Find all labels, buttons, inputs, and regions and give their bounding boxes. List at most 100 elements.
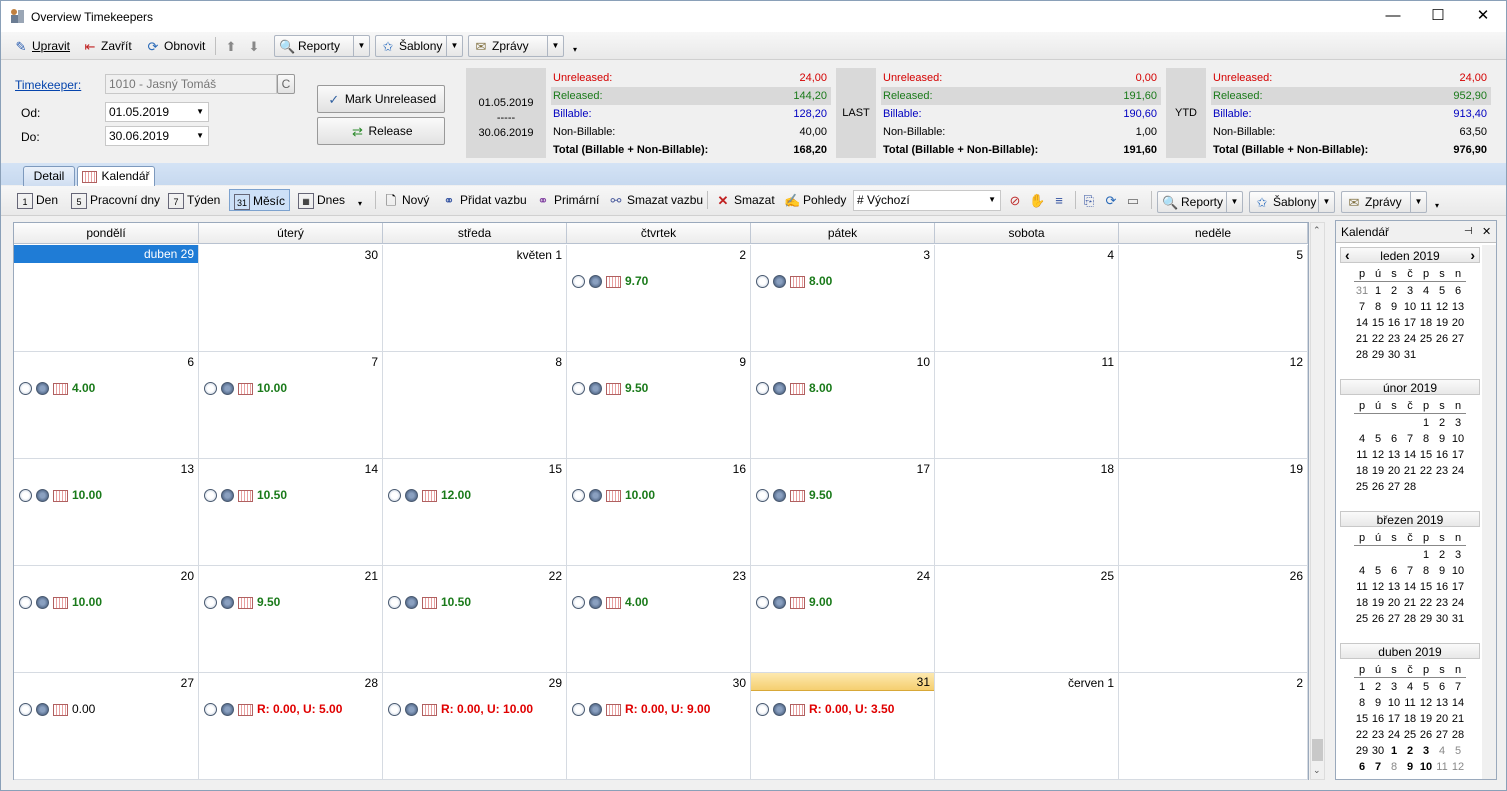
mini-day[interactable]: 14 xyxy=(1450,695,1466,711)
mini-day[interactable]: 28 xyxy=(1402,611,1418,627)
calendar-day-cell[interactable]: 9 9.50 xyxy=(567,352,751,459)
mini-day[interactable]: 8 xyxy=(1386,759,1402,775)
mini-day[interactable]: 18 xyxy=(1354,463,1370,479)
mini-day[interactable]: 10 xyxy=(1386,695,1402,711)
reports-dropdown[interactable]: 🔍 Reporty ▼ xyxy=(274,35,370,57)
view-month-button[interactable]: 31 Měsíc xyxy=(229,189,291,211)
mini-day[interactable]: 25 xyxy=(1418,331,1434,347)
pin-icon[interactable]: ⊣ xyxy=(1464,221,1473,243)
mini-day[interactable]: 5 xyxy=(1450,743,1466,759)
mini-day[interactable]: 16 xyxy=(1434,447,1450,463)
to-date-field[interactable]: 30.06.2019 ▼ xyxy=(105,126,209,146)
calendar-day-cell[interactable]: 25 xyxy=(935,566,1119,673)
mini-day[interactable]: 7 xyxy=(1402,431,1418,447)
close-icon[interactable]: ✕ xyxy=(1482,221,1491,243)
chevron-down-icon[interactable]: ▼ xyxy=(446,36,462,56)
mini-day[interactable]: 16 xyxy=(1386,315,1402,331)
mini-day[interactable]: 29 xyxy=(1418,611,1434,627)
mini-day[interactable]: 31 xyxy=(1354,283,1370,299)
prev-month-icon[interactable]: ‹ xyxy=(1345,247,1350,263)
chevron-down-icon[interactable]: ▼ xyxy=(547,36,563,56)
scroll-up-icon[interactable]: ⌃ xyxy=(1313,225,1321,236)
mini-day[interactable]: 1 xyxy=(1354,679,1370,695)
mini-day[interactable]: 7 xyxy=(1370,759,1386,775)
mini-day[interactable]: 12 xyxy=(1370,447,1386,463)
mini-day[interactable]: 9 xyxy=(1434,563,1450,579)
sort-icon[interactable]: ≡ xyxy=(1051,190,1070,210)
mini-day[interactable]: 19 xyxy=(1370,463,1386,479)
mini-day[interactable]: 20 xyxy=(1434,711,1450,727)
mini-day[interactable]: 28 xyxy=(1450,727,1466,743)
mini-day[interactable]: 10 xyxy=(1418,759,1434,775)
mini-day[interactable]: 20 xyxy=(1386,595,1402,611)
tab-detail[interactable]: Detail xyxy=(23,166,75,186)
mini-day[interactable]: 3 xyxy=(1450,415,1466,431)
timekeeper-link[interactable]: Timekeeper: xyxy=(15,78,81,92)
mini-day[interactable]: 26 xyxy=(1418,727,1434,743)
templates-dropdown[interactable]: ✩ Šablony ▼ xyxy=(375,35,463,57)
calendar-day-cell[interactable]: 12 xyxy=(1119,352,1308,459)
mini-day[interactable]: 9 xyxy=(1434,431,1450,447)
calendar-day-cell[interactable]: 30 R: 0.00, U: 9.00 xyxy=(567,673,751,780)
time-entry[interactable]: 9.70 xyxy=(572,273,648,289)
export-icon[interactable]: ⎘ xyxy=(1081,190,1100,210)
mini-day[interactable]: 25 xyxy=(1402,727,1418,743)
mini-day[interactable]: 23 xyxy=(1434,463,1450,479)
mini-day[interactable]: 2 xyxy=(1386,283,1402,299)
time-entry[interactable]: 4.00 xyxy=(19,380,95,396)
mini-day[interactable]: 13 xyxy=(1386,447,1402,463)
mini-day[interactable]: 5 xyxy=(1370,563,1386,579)
mini-day[interactable]: 10 xyxy=(1402,299,1418,315)
mini-calendar-scrollbar[interactable] xyxy=(1482,245,1496,779)
today-button[interactable]: ▦ Dnes xyxy=(298,190,345,210)
filter-clear-icon[interactable]: ⊘ xyxy=(1007,190,1026,210)
mini-day[interactable]: 5 xyxy=(1370,431,1386,447)
mini-day[interactable]: 22 xyxy=(1354,727,1370,743)
add-link-button[interactable]: ⚭ Přidat vazbu xyxy=(441,190,527,210)
calendar-day-cell[interactable]: 30 xyxy=(199,245,383,352)
mini-day[interactable]: 2 xyxy=(1402,743,1418,759)
scroll-down-icon[interactable]: ⌄ xyxy=(1313,765,1321,776)
mini-day[interactable]: 3 xyxy=(1418,743,1434,759)
edit-button[interactable]: ✎ Upravit xyxy=(13,36,70,56)
calendar-day-cell[interactable]: 24 9.00 xyxy=(751,566,935,673)
calendar-day-cell[interactable]: červen 1 xyxy=(935,673,1119,780)
time-entry[interactable]: R: 0.00, U: 9.00 xyxy=(572,701,710,717)
calendar-day-cell[interactable]: 23 4.00 xyxy=(567,566,751,673)
mini-day[interactable]: 9 xyxy=(1386,299,1402,315)
mini-day[interactable]: 11 xyxy=(1434,759,1450,775)
move-up-button[interactable]: ⬆ xyxy=(223,36,242,56)
templates-dropdown-2[interactable]: ✩ Šablony ▼ xyxy=(1249,191,1335,213)
mini-day[interactable]: 27 xyxy=(1434,727,1450,743)
mini-day[interactable]: 11 xyxy=(1354,447,1370,463)
chevron-down-icon[interactable]: ▾ xyxy=(358,194,362,214)
mini-day[interactable]: 1 xyxy=(1418,415,1434,431)
mini-day[interactable]: 18 xyxy=(1402,711,1418,727)
mini-day[interactable]: 20 xyxy=(1450,315,1466,331)
mini-day[interactable]: 27 xyxy=(1386,479,1402,495)
mini-day[interactable]: 16 xyxy=(1370,711,1386,727)
card-icon[interactable]: ▭ xyxy=(1125,190,1144,210)
calendar-day-cell[interactable]: 7 10.00 xyxy=(199,352,383,459)
mini-day[interactable]: 1 xyxy=(1370,283,1386,299)
calendar-day-cell[interactable]: 8 xyxy=(383,352,567,459)
mini-day[interactable]: 13 xyxy=(1450,299,1466,315)
calendar-day-cell[interactable]: 10 8.00 xyxy=(751,352,935,459)
mini-day[interactable]: 6 xyxy=(1354,759,1370,775)
mini-day[interactable]: 22 xyxy=(1418,463,1434,479)
mini-day[interactable]: 11 xyxy=(1354,579,1370,595)
mini-day[interactable]: 30 xyxy=(1386,347,1402,363)
calendar-day-cell[interactable]: 31 R: 0.00, U: 3.50 xyxy=(751,673,935,780)
mini-day[interactable]: 27 xyxy=(1450,331,1466,347)
close-window-button[interactable]: ✕ xyxy=(1460,1,1506,32)
mini-day[interactable]: 14 xyxy=(1402,447,1418,463)
mini-day[interactable]: 29 xyxy=(1370,347,1386,363)
calendar-day-cell[interactable]: 11 xyxy=(935,352,1119,459)
chevron-down-icon[interactable]: ▼ xyxy=(1318,192,1334,212)
mini-day[interactable]: 21 xyxy=(1354,331,1370,347)
chevron-down-icon[interactable]: ▼ xyxy=(988,191,996,209)
mini-day[interactable]: 18 xyxy=(1418,315,1434,331)
mini-day[interactable]: 2 xyxy=(1434,415,1450,431)
calendar-day-cell[interactable]: 29 R: 0.00, U: 10.00 xyxy=(383,673,567,780)
mini-day[interactable]: 15 xyxy=(1418,579,1434,595)
